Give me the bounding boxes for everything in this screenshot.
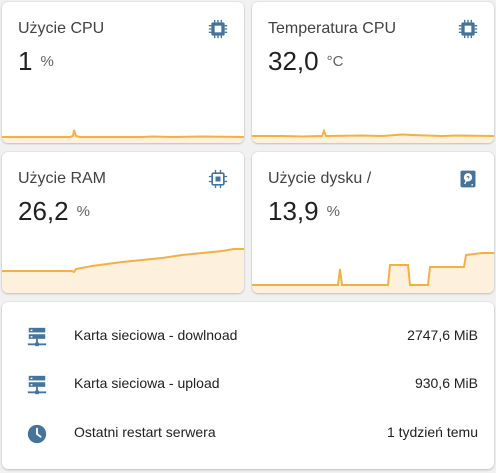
entity-value: 2747,6 MiB: [407, 327, 478, 343]
card-title: Użycie CPU: [18, 20, 105, 37]
value-number: 1: [18, 46, 33, 76]
entity-row-restart[interactable]: Ostatni restart serwera 1 tydzień temu: [2, 413, 494, 453]
entity-value: 930,6 MiB: [414, 375, 478, 391]
value-unit: %: [326, 203, 340, 220]
card-title: Temperatura CPU: [268, 20, 397, 37]
sensor-value: 26,2%: [18, 196, 90, 227]
server-info-card: Karta sieciowa - dowlnoad 2747,6 MiB Kar…: [2, 302, 494, 469]
clock-icon: [27, 424, 47, 444]
disk-usage-card[interactable]: Użycie dysku / 13,9%: [252, 152, 494, 293]
value-unit: %: [40, 53, 54, 70]
server-network-icon: [27, 375, 47, 395]
value-number: 26,2: [18, 196, 69, 226]
cpu-chip-icon: [458, 19, 478, 39]
value-unit: %: [76, 203, 90, 220]
sensor-value: 32,0 °C: [268, 46, 343, 77]
hard-disk-icon: [460, 170, 476, 188]
card-title: Użycie RAM: [18, 170, 107, 187]
cpu-usage-card[interactable]: Użycie CPU 1%: [2, 2, 244, 143]
ram-usage-card[interactable]: Użycie RAM 26,2%: [2, 152, 244, 293]
entity-label: Karta sieciowa - upload: [74, 375, 220, 391]
ram-history-graph: [2, 248, 244, 293]
sensor-value: 13,9%: [268, 196, 340, 227]
entity-row-upload[interactable]: Karta sieciowa - upload 930,6 MiB: [2, 364, 494, 404]
entity-label: Ostatni restart serwera: [74, 424, 216, 440]
sensor-value: 1%: [18, 46, 54, 77]
memory-chip-icon: [208, 169, 228, 189]
entity-row-download[interactable]: Karta sieciowa - dowlnoad 2747,6 MiB: [2, 316, 494, 356]
card-title: Użycie dysku /: [268, 170, 372, 187]
value-number: 32,0: [268, 46, 319, 76]
disk-history-graph: [252, 252, 494, 293]
entity-label: Karta sieciowa - dowlnoad: [74, 327, 238, 343]
server-network-icon: [27, 327, 47, 347]
cpu-temperature-card[interactable]: Temperatura CPU 32,0 °C: [252, 2, 494, 143]
value-unit: °C: [326, 53, 344, 70]
cpu-history-graph: [2, 129, 244, 143]
temperature-history-graph: [252, 128, 494, 143]
cpu-chip-icon: [208, 19, 228, 39]
entity-value: 1 tydzień temu: [386, 424, 478, 440]
value-number: 13,9: [268, 196, 319, 226]
